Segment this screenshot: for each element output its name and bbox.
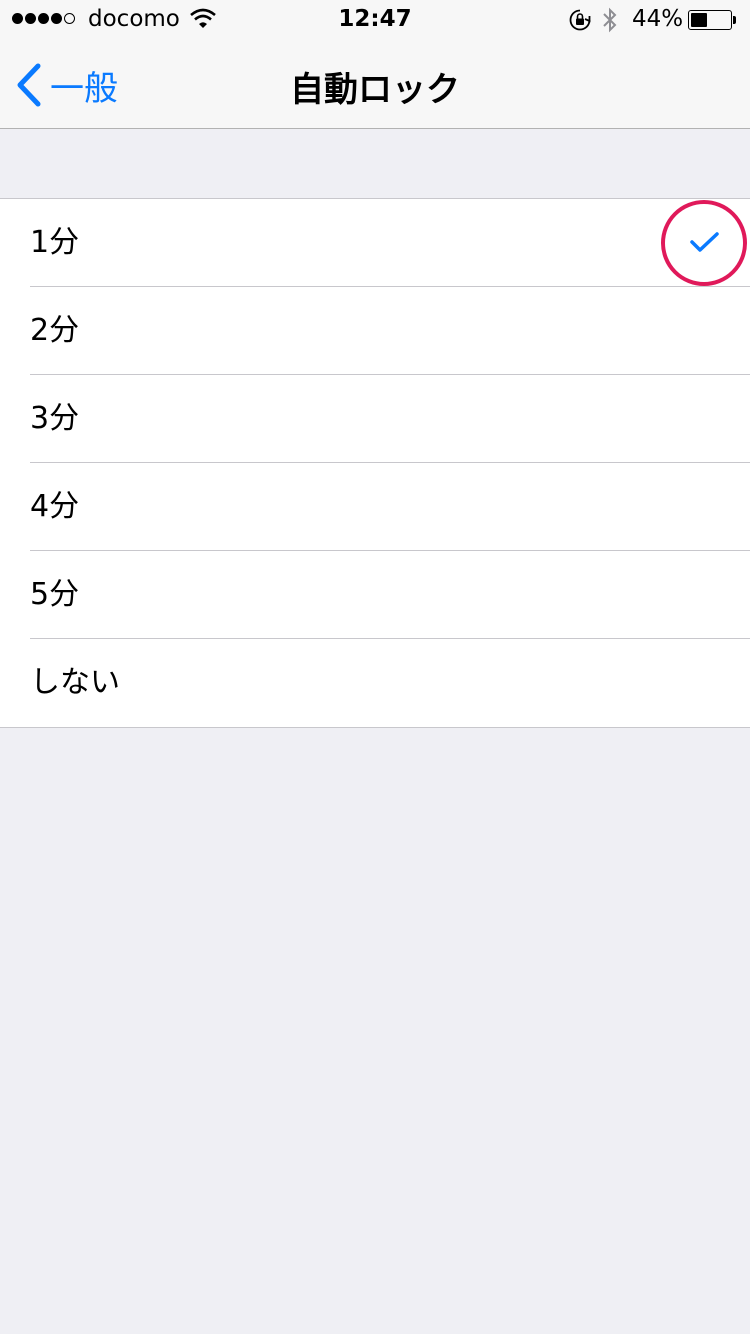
auto-lock-option[interactable]: 4分 bbox=[0, 463, 750, 551]
status-bar: docomo 12:47 44% bbox=[0, 0, 750, 40]
orientation-lock-icon bbox=[568, 8, 592, 36]
auto-lock-options-list: 1分 2分 3分 4分 5分しない bbox=[0, 198, 750, 728]
auto-lock-option[interactable]: 3分 bbox=[0, 375, 750, 463]
option-label: 2分 bbox=[30, 313, 80, 348]
auto-lock-option[interactable]: 1分 bbox=[0, 199, 750, 287]
selection-highlight-circle bbox=[661, 200, 747, 286]
option-label: 4分 bbox=[30, 489, 80, 524]
page-title: 自動ロック bbox=[290, 70, 460, 110]
option-label: 3分 bbox=[30, 401, 80, 436]
auto-lock-option[interactable]: 5分 bbox=[0, 551, 750, 639]
option-label: 1分 bbox=[30, 225, 80, 260]
option-label: 5分 bbox=[30, 577, 80, 612]
auto-lock-option[interactable]: 2分 bbox=[0, 287, 750, 375]
battery-icon bbox=[688, 10, 732, 30]
bluetooth-icon bbox=[601, 7, 619, 37]
auto-lock-option[interactable]: しない bbox=[0, 639, 750, 727]
battery-percentage: 44% bbox=[632, 6, 684, 32]
battery-level-fill bbox=[691, 13, 708, 27]
navigation-bar: 一般 自動ロック bbox=[0, 40, 750, 129]
option-label: しない bbox=[30, 665, 120, 700]
battery-nub bbox=[733, 16, 736, 24]
